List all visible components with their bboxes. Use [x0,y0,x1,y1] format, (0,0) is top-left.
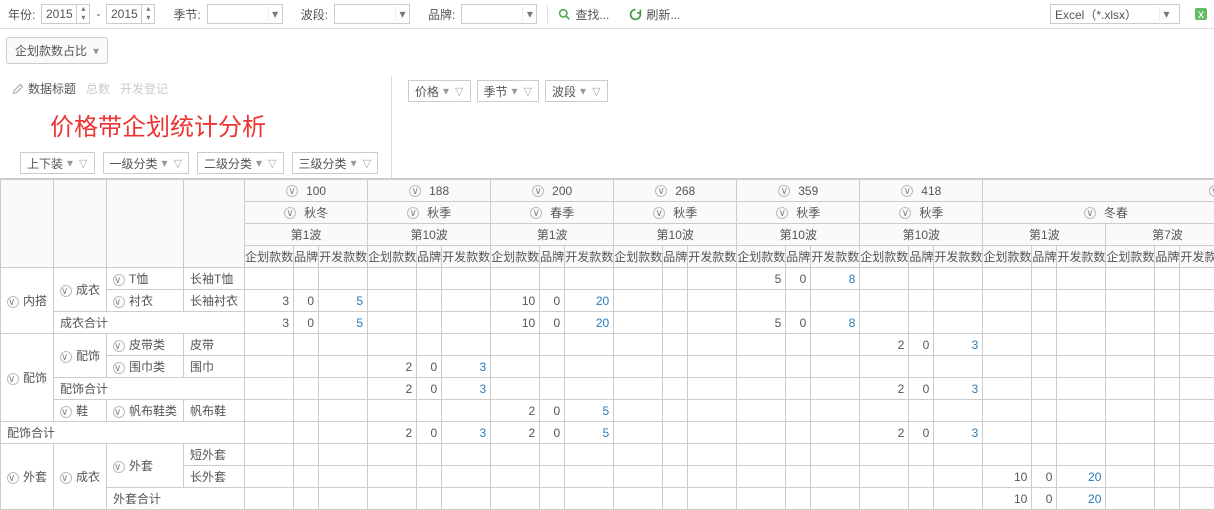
section-header-row: 数据标题 总数 开发登记 价格带企划统计分析 上下装▾▽ 一级分类▾▽ 二级分类… [0,70,1214,178]
filter-wave[interactable]: 波段▾▽ [545,80,608,102]
filter-season[interactable]: 季节▾▽ [477,80,540,102]
collapse-icon[interactable]: ∨ [407,207,419,219]
row-dimension-filters: 上下装▾▽ 一级分类▾▽ 二级分类▾▽ 三级分类▾▽ [10,148,391,178]
collapse-icon[interactable]: ∨ [113,296,125,308]
spin-down-icon[interactable]: ▾ [142,14,154,23]
export-excel-icon[interactable]: x [1194,7,1208,21]
year-label: 年份: [6,6,37,23]
collapse-icon[interactable]: ∨ [284,207,296,219]
collapse-icon[interactable]: ∨ [776,207,788,219]
data-title-header[interactable]: 数据标题 [12,80,76,97]
ghost-dev: 开发登记 [120,80,168,97]
table-row: 配饰合计 203 203 [1,378,1214,400]
chevron-down-icon[interactable]: ▾ [522,7,536,21]
chevron-down-icon[interactable]: ▾ [268,7,282,21]
table-row: 成衣合计 305 10020 508 [1,312,1214,334]
collapse-icon[interactable]: ∨ [899,207,911,219]
collapse-icon[interactable]: ∨ [60,406,72,418]
search-icon [558,8,571,21]
collapse-icon[interactable]: ∨ [655,185,667,197]
collapse-icon[interactable]: ∨ [113,461,125,473]
wave-combo[interactable]: ▾ [334,4,410,24]
top-toolbar: 年份: ▴▾ - ▴▾ 季节: ▾ 波段: ▾ 品牌: ▾ 查找... 刷新..… [0,0,1214,29]
season-label: 季节: [171,6,202,23]
tab-bar: 企划款数占比 ▾ [0,29,1214,64]
collapse-icon[interactable]: ∨ [286,185,298,197]
table-row: 外套合计 10020 10020 10020 [1,488,1214,510]
collapse-icon[interactable]: ∨ [7,296,19,308]
table-row: ∨外套 ∨成衣 ∨外套 短外套 [1,444,1214,466]
year-dash: - [94,7,102,21]
chevron-down-icon: ▾ [443,84,449,98]
svg-text:x: x [1198,7,1204,21]
collapse-icon[interactable]: ∨ [7,373,19,385]
brand-label: 品牌: [426,6,457,23]
chevron-down-icon: ▾ [580,84,586,98]
filter-cat3[interactable]: 三级分类▾▽ [292,152,379,174]
filter-cat2[interactable]: 二级分类▾▽ [197,152,284,174]
funnel-icon: ▽ [174,157,182,170]
export-format-combo[interactable]: ▾ [1050,4,1180,24]
funnel-icon: ▽ [268,157,276,170]
funnel-icon: ▽ [79,157,87,170]
filter-price[interactable]: 价格▾▽ [408,80,471,102]
ghost-total: 总数 [86,80,110,97]
collapse-icon[interactable]: ∨ [113,406,125,418]
collapse-icon[interactable]: ∨ [778,185,790,197]
collapse-icon[interactable]: ∨ [60,285,72,297]
table-row: ∨鞋 ∨帆布鞋类 帆布鞋 205 [1,400,1214,422]
year-to-spinner[interactable]: ▴▾ [106,4,155,24]
collapse-icon[interactable]: ∨ [113,340,125,352]
chevron-down-icon: ▾ [67,156,73,170]
collapse-icon[interactable]: ∨ [653,207,665,219]
table-row: 配饰合计 203 205 203 [1,422,1214,444]
pivot-table: ∨100 ∨188 ∨200 ∨268 ∨359 ∨418 ∨500 500合计… [0,178,1214,510]
chevron-down-icon[interactable]: ▾ [1159,7,1173,21]
tab-plan-ratio[interactable]: 企划款数占比 ▾ [6,37,108,64]
funnel-icon: ▽ [363,157,371,170]
collapse-icon[interactable]: ∨ [60,472,72,484]
funnel-icon: ▽ [455,85,463,98]
table-row: ∨衬衣 长袖衬衣 305 10020 [1,290,1214,312]
column-dimension-filters: 价格▾▽ 季节▾▽ 波段▾▽ [402,76,614,104]
page-title: 价格带企划统计分析 [10,101,391,148]
wave-label: 波段: [299,6,330,23]
collapse-icon[interactable]: ∨ [901,185,913,197]
collapse-icon[interactable]: ∨ [1209,185,1214,197]
year-from-spinner[interactable]: ▴▾ [41,4,90,24]
refresh-link[interactable]: 刷新... [629,6,680,23]
chevron-down-icon[interactable]: ▾ [93,44,99,58]
chevron-down-icon: ▾ [256,156,262,170]
funnel-icon: ▽ [524,85,532,98]
brand-combo[interactable]: ▾ [461,4,537,24]
season-combo[interactable]: ▾ [207,4,283,24]
collapse-icon[interactable]: ∨ [7,472,19,484]
collapse-icon[interactable]: ∨ [113,362,125,374]
chevron-down-icon: ▾ [351,156,357,170]
funnel-icon: ▽ [592,85,600,98]
collapse-icon[interactable]: ∨ [530,207,542,219]
year-to-input[interactable] [107,7,141,21]
chevron-down-icon[interactable]: ▾ [395,7,409,21]
header-price-row: ∨100 ∨188 ∨200 ∨268 ∨359 ∨418 ∨500 500合计 [1,180,1214,202]
collapse-icon[interactable]: ∨ [532,185,544,197]
chevron-down-icon: ▾ [512,84,518,98]
table-row: ∨配饰 ∨配饰 ∨皮带类 皮带 203 [1,334,1214,356]
chevron-down-icon: ▾ [162,156,168,170]
year-from-input[interactable] [42,7,76,21]
collapse-icon[interactable]: ∨ [409,185,421,197]
filter-updown[interactable]: 上下装▾▽ [20,152,95,174]
pencil-icon [12,83,24,95]
search-link[interactable]: 查找... [558,6,609,23]
collapse-icon[interactable]: ∨ [113,274,125,286]
collapse-icon[interactable]: ∨ [60,351,72,363]
table-row: ∨围巾类 围巾 203 [1,356,1214,378]
filter-cat1[interactable]: 一级分类▾▽ [103,152,190,174]
collapse-icon[interactable]: ∨ [1084,207,1096,219]
pivot-grid[interactable]: ∨100 ∨188 ∨200 ∨268 ∨359 ∨418 ∨500 500合计… [0,179,1214,510]
refresh-icon [629,8,642,21]
spin-down-icon[interactable]: ▾ [77,14,89,23]
table-row: ∨内搭 ∨成衣 ∨T恤 长袖T恤 508 [1,268,1214,290]
